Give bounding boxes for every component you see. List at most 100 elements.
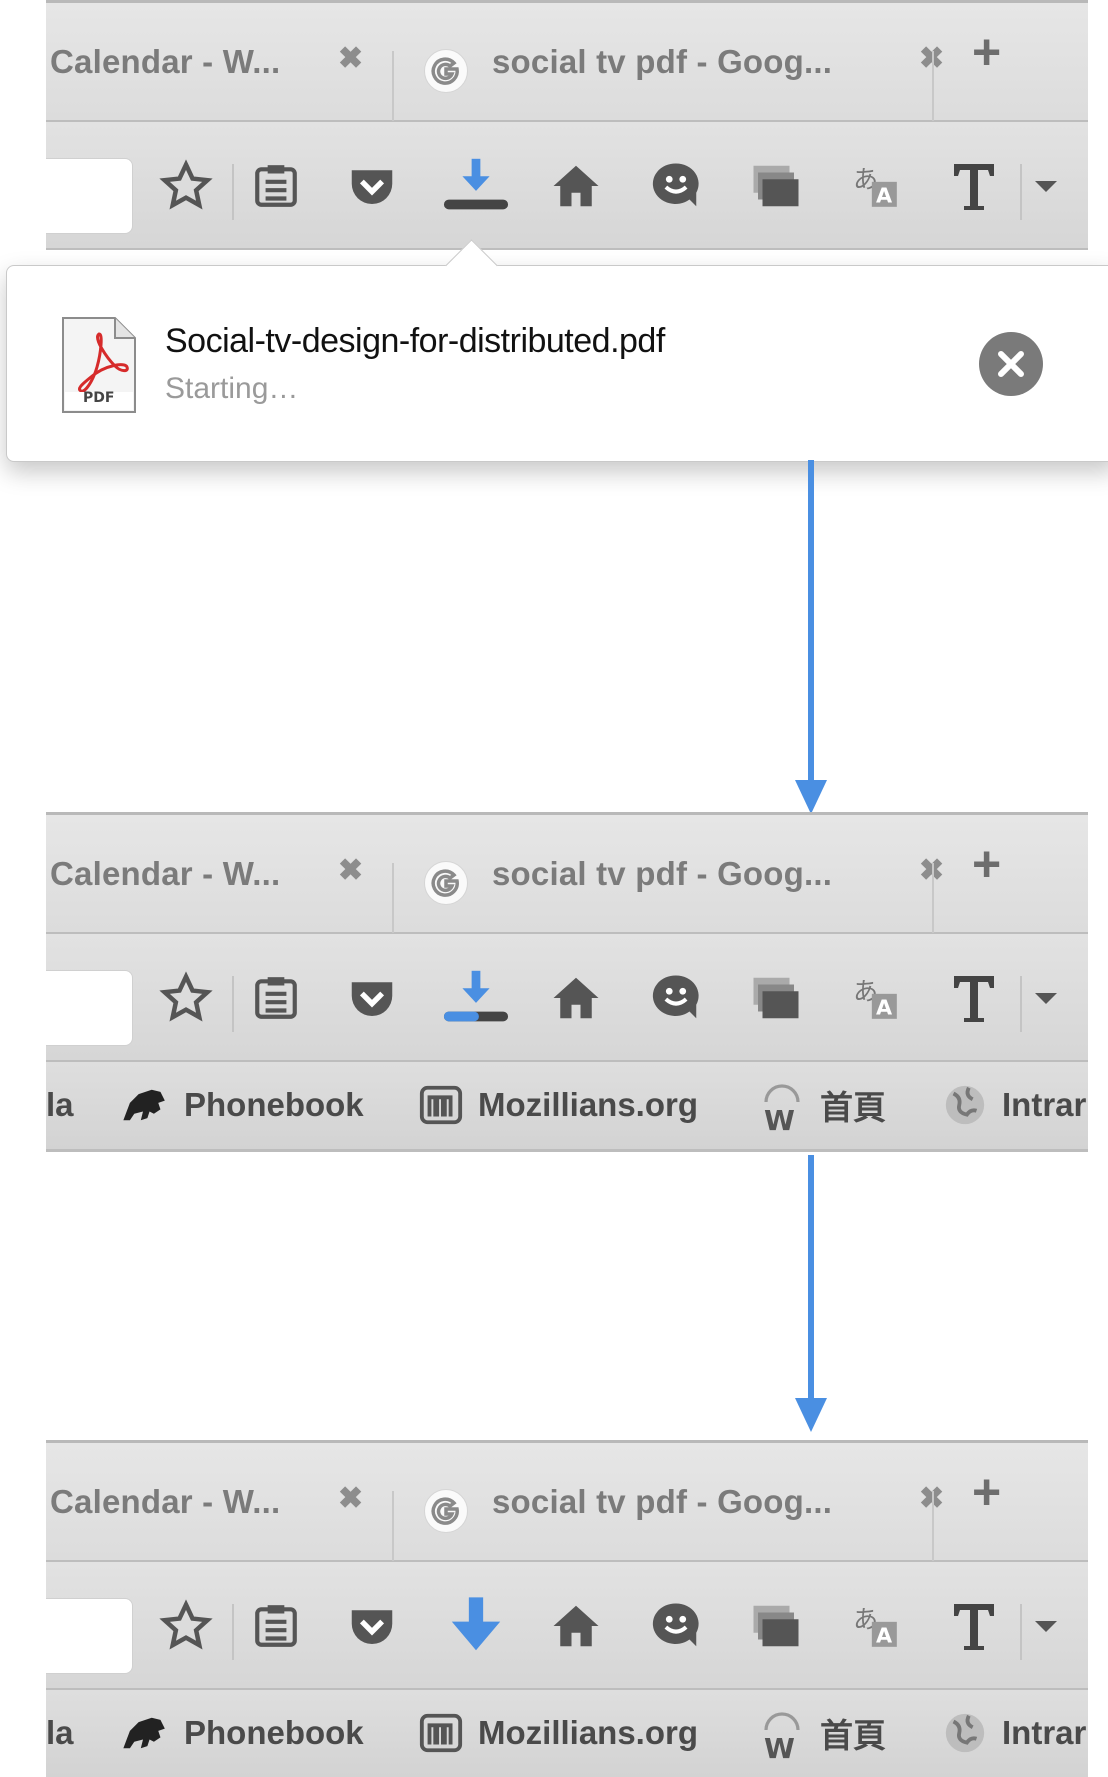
google-g-icon [424,49,468,93]
tab-calendar[interactable]: Calendar - W... ✖ [50,815,390,932]
bookmark-label: la [46,1086,74,1123]
download-progress-fill [443,1011,479,1022]
toolbar-separator [1020,164,1022,220]
tab-title: social tv pdf - Goog... [492,42,833,80]
smiley-icon[interactable] [642,1592,710,1660]
toolbar-separator [1020,976,1022,1032]
dino-icon [123,1089,165,1121]
bookmark-label: Intrar [1002,1714,1087,1751]
text-size-icon[interactable] [940,152,1008,220]
download-status: Starting… [165,372,299,405]
bookmarks-toolbar: la Phonebook Mozillians.org W 首頁 Intrar [46,1690,1088,1777]
plus-icon[interactable]: + [972,835,1001,893]
bookmark-item-mozillians[interactable]: Mozillians.org [418,1062,698,1148]
pocket-icon[interactable] [338,152,406,220]
bookmark-item[interactable]: la [46,1062,74,1148]
tab-strip: Calendar - W... ✖ social tv pdf - Goog..… [46,812,1088,934]
translate-icon[interactable]: あA [842,964,910,1032]
download-icon[interactable] [442,1592,510,1660]
close-circle-icon[interactable] [979,332,1043,396]
pocket-icon[interactable] [338,1592,406,1660]
m-logo-icon [419,1085,463,1125]
star-icon[interactable] [152,1592,220,1660]
browser-chrome: Calendar - W... ✖ social tv pdf - Goog..… [46,0,1088,270]
tab-calendar[interactable]: Calendar - W... ✖ [50,1443,390,1560]
flow-arrow-line [808,460,814,790]
url-bar[interactable] [46,158,133,234]
close-icon[interactable]: ✖ [338,1481,363,1516]
download-file-name[interactable]: Social-tv-design-for-distributed.pdf [165,322,665,361]
browser-chrome: Calendar - W... ✖ social tv pdf - Goog..… [46,812,1088,1157]
tab-google[interactable]: social tv pdf - Goog... ✖ [424,815,944,932]
bookmark-item-intranet[interactable]: Intrar [942,1690,1086,1776]
dino-icon [123,1717,165,1749]
overflow-chevron-icon[interactable] [1026,1592,1066,1660]
w-logo-icon: W [764,1712,800,1760]
flow-arrow-head [795,780,827,814]
star-icon[interactable] [152,964,220,1032]
star-icon[interactable] [152,152,220,220]
flow-arrow-line [808,1155,814,1405]
bookmark-item-phonebook[interactable]: Phonebook [116,1062,364,1148]
svg-text:A: A [876,1624,893,1648]
tab-google[interactable]: social tv pdf - Goog... ✖ [424,1443,944,1560]
bookmark-item-home[interactable]: W 首頁 [758,1062,886,1148]
tab-calendar[interactable]: Calendar - W... ✖ [50,3,390,120]
toolbar-separator [1020,1604,1022,1660]
close-icon[interactable]: ✖ [338,853,363,888]
svg-text:W: W [764,1732,795,1760]
tab-strip: Calendar - W... ✖ social tv pdf - Goog..… [46,1440,1088,1562]
window-stack-icon[interactable] [742,152,810,220]
overflow-chevron-icon[interactable] [1026,964,1066,1032]
url-bar[interactable] [46,1598,133,1674]
browser-chrome: Calendar - W... ✖ social tv pdf - Goog..… [46,1440,1088,1777]
toolbar-separator [232,976,234,1032]
translate-icon[interactable]: あA [842,1592,910,1660]
bookmark-item-mozillians[interactable]: Mozillians.org [418,1690,698,1776]
pdf-label: PDF [83,390,115,406]
download-panel: PDF Social-tv-design-for-distributed.pdf… [6,239,1108,462]
overflow-chevron-icon[interactable] [1026,152,1066,220]
reading-list-icon[interactable] [242,964,310,1032]
text-size-icon[interactable] [940,1592,1008,1660]
home-icon[interactable] [542,152,610,220]
tab-google[interactable]: social tv pdf - Goog... ✖ [424,3,944,120]
plus-icon[interactable]: + [972,1463,1001,1521]
tab-separator [392,863,394,933]
tab-separator [932,1491,934,1561]
bookmark-item-phonebook[interactable]: Phonebook [116,1690,364,1776]
bookmark-label: Mozillians.org [478,1714,699,1751]
bookmarks-toolbar: la Phonebook Mozillians.org W 首頁 Intrar [46,1062,1088,1152]
reading-list-icon[interactable] [242,152,310,220]
reading-list-icon[interactable] [242,1592,310,1660]
smiley-icon[interactable] [642,152,710,220]
bookmark-label: Intrar [1002,1086,1087,1123]
plus-icon[interactable]: + [972,23,1001,81]
close-icon[interactable]: ✖ [338,41,363,76]
translate-icon[interactable]: あA [842,152,910,220]
bookmark-item-home[interactable]: W 首頁 [758,1690,886,1776]
download-icon[interactable] [442,964,510,1032]
nav-toolbar: あA [46,122,1088,250]
tab-title: social tv pdf - Goog... [492,1482,833,1520]
text-size-icon[interactable] [940,964,1008,1032]
tab-separator [392,51,394,121]
pocket-icon[interactable] [338,964,406,1032]
download-icon[interactable] [442,152,510,220]
google-g-icon [424,1489,468,1533]
smiley-icon[interactable] [642,964,710,1032]
globe-icon [945,1713,985,1753]
tab-separator [932,863,934,933]
window-stack-icon[interactable] [742,964,810,1032]
bookmark-label: la [46,1714,74,1751]
toolbar-separator [232,164,234,220]
home-icon[interactable] [542,1592,610,1660]
tab-separator [932,51,934,121]
window-stack-icon[interactable] [742,1592,810,1660]
bookmark-item-intranet[interactable]: Intrar [942,1062,1086,1148]
url-bar[interactable] [46,970,133,1046]
tab-separator [392,1491,394,1561]
home-icon[interactable] [542,964,610,1032]
bookmark-item[interactable]: la [46,1690,74,1776]
bookmark-label: Mozillians.org [478,1086,699,1123]
